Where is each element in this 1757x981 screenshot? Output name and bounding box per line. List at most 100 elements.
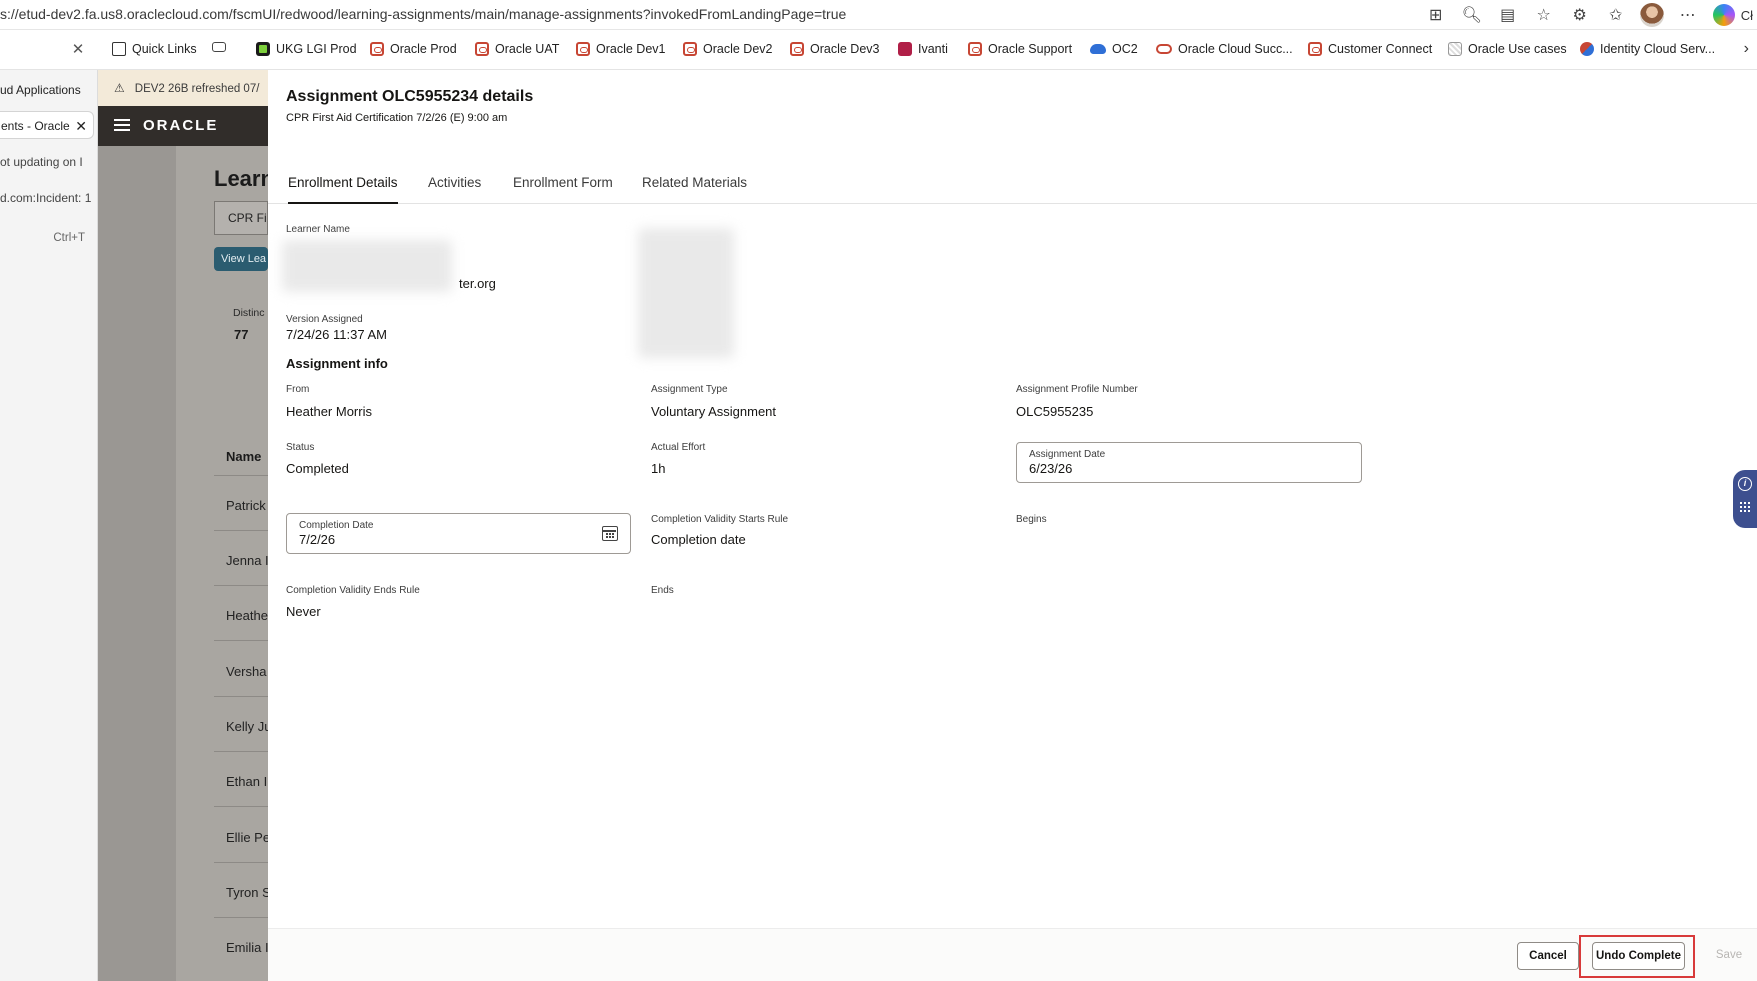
background-row: Tyron S <box>226 885 271 900</box>
row-divider <box>214 696 268 697</box>
version-assigned-label: Version Assigned <box>286 314 363 325</box>
apps-grid-icon[interactable] <box>1740 502 1742 504</box>
background-row: Patrick <box>226 498 266 513</box>
pin-sidebar-icon[interactable]: ✕ <box>68 40 88 60</box>
ends-label: Ends <box>651 585 674 596</box>
calendar-icon[interactable] <box>602 526 618 541</box>
validity-starts-label: Completion Validity Starts Rule <box>651 514 789 525</box>
profile-number-label: Assignment Profile Number <box>1016 384 1138 395</box>
assignment-type-label: Assignment Type <box>651 384 728 395</box>
bookmark-oc2[interactable]: OC2 <box>1090 42 1138 56</box>
bookmark-customer-connect[interactable]: Customer Connect <box>1308 42 1432 56</box>
bookmark-oracle-uat[interactable]: Oracle UAT <box>475 42 559 56</box>
profile-avatar[interactable] <box>1639 2 1665 28</box>
tab-activities[interactable]: Activities <box>428 168 481 204</box>
copilot-icon[interactable] <box>1711 2 1737 28</box>
tab-enrollment-details[interactable]: Enrollment Details <box>288 168 398 204</box>
extensions-icon[interactable]: ⚙ <box>1567 2 1593 28</box>
zoom-icon[interactable]: 🔍︎ <box>1459 2 1485 28</box>
close-icon[interactable]: ✕ <box>75 112 87 138</box>
row-divider <box>214 530 268 531</box>
background-row: Kelly Ju <box>226 719 272 734</box>
bookmark-identity-cloud[interactable]: Identity Cloud Serv... <box>1580 42 1715 56</box>
browser-side-panel: ud Applications ents - Oracle ✕ ot updat… <box>0 70 98 981</box>
background-row: Heathe <box>226 608 268 623</box>
hamburger-menu-icon[interactable] <box>114 119 130 131</box>
background-title: Learn <box>214 166 274 191</box>
oracle-header: ORACLE <box>98 106 268 146</box>
help-widget[interactable]: i <box>1733 470 1757 528</box>
background-row: Jenna I <box>226 553 269 568</box>
bookmark-oracle-cloud-success[interactable]: Oracle Cloud Succ... <box>1156 42 1293 56</box>
more-icon[interactable]: ⋯ <box>1675 2 1701 28</box>
bookmark-oracle-use-cases[interactable]: Oracle Use cases <box>1448 42 1567 56</box>
row-divider <box>214 751 268 752</box>
bookmark-oracle-prod[interactable]: Oracle Prod <box>370 42 457 56</box>
bookmark-oracle-dev2[interactable]: Oracle Dev2 <box>683 42 772 56</box>
validity-ends-label: Completion Validity Ends Rule <box>286 585 420 596</box>
oracle-icon <box>475 42 489 56</box>
apps-icon[interactable]: ⊞ <box>1423 2 1449 28</box>
favorites-icon[interactable]: ✩ <box>1603 2 1629 28</box>
from-label: From <box>286 384 310 395</box>
background-row: Ellie Pe <box>226 830 271 845</box>
validity-starts-value: Completion date <box>651 532 746 547</box>
oracle-icon <box>1308 42 1322 56</box>
info-icon[interactable]: i <box>1738 477 1752 491</box>
version-assigned-value: 7/24/26 11:37 AM <box>286 327 387 342</box>
oracle-icon <box>968 42 982 56</box>
cancel-button[interactable]: Cancel <box>1517 942 1579 970</box>
cloud-icon <box>1090 44 1106 54</box>
chevron-right-icon[interactable]: › <box>1744 40 1749 58</box>
oracle-logo: ORACLE <box>143 117 219 134</box>
copilot-label: Cł <box>1740 7 1753 23</box>
side-panel-item-active[interactable]: ents - Oracle ✕ <box>0 111 94 139</box>
assignment-info-heading: Assignment info <box>286 356 388 371</box>
side-panel-item[interactable]: ud Applications <box>0 76 98 104</box>
row-divider <box>214 640 268 641</box>
assignment-date-field[interactable]: Assignment Date 6/23/26 <box>1016 442 1362 483</box>
redacted-learner-name <box>282 240 452 292</box>
bookmarks-bar: ✕ Quick Links UKG LGI Prod Oracle Prod O… <box>0 30 1757 70</box>
bookmark-oracle-support[interactable]: Oracle Support <box>968 42 1072 56</box>
quick-links-icon <box>112 42 126 56</box>
bookmark-ukg[interactable]: UKG LGI Prod <box>256 42 357 56</box>
oracle-ring-icon <box>1156 44 1172 54</box>
background-row: Versha <box>226 664 267 679</box>
row-divider <box>214 475 268 476</box>
browser-toolbar: ⊞ 🔍︎ ▤ ☆ ⚙ ✩ ⋯ Cł <box>1423 2 1757 28</box>
background-row: Ethan I <box>226 774 268 789</box>
favorite-star-icon[interactable]: ☆ <box>1531 2 1557 28</box>
url-field[interactable]: s://etud-dev2.fa.us8.oraclecloud.com/fsc… <box>0 6 846 22</box>
bookmark-oracle-dev3[interactable]: Oracle Dev3 <box>790 42 879 56</box>
begins-label: Begins <box>1016 514 1047 525</box>
tab-related-materials[interactable]: Related Materials <box>642 168 747 204</box>
side-panel-item[interactable]: ot updating on I <box>0 148 98 176</box>
completion-date-field[interactable]: Completion Date 7/2/26 <box>286 513 631 554</box>
actual-effort-label: Actual Effort <box>651 442 706 453</box>
drawer-subtitle: CPR First Aid Certification 7/2/26 (E) 9… <box>286 112 508 124</box>
ivanti-icon <box>898 42 912 56</box>
reading-view-icon[interactable]: ▤ <box>1495 2 1521 28</box>
background-view-button: View Lea <box>214 247 268 271</box>
completion-date-value: 7/2/26 <box>299 532 336 547</box>
save-button[interactable]: Save <box>1708 942 1750 970</box>
background-distinct-label: Distinc <box>233 307 265 319</box>
row-divider <box>214 917 268 918</box>
tab-enrollment-form[interactable]: Enrollment Form <box>513 168 613 204</box>
assignment-details-drawer: Assignment OLC5955234 details CPR First … <box>268 70 1757 981</box>
undo-complete-button[interactable]: Undo Complete <box>1592 942 1685 970</box>
assignment-date-value: 6/23/26 <box>1029 461 1073 476</box>
new-tab-shortcut: Ctrl+T <box>53 232 85 244</box>
identity-icon <box>1580 42 1594 56</box>
ukg-icon <box>256 42 270 56</box>
environment-banner: ⚠ DEV2 26B refreshed 07/ <box>98 70 268 106</box>
bookmark-oracle-dev1[interactable]: Oracle Dev1 <box>576 42 665 56</box>
bookmark-quick-links[interactable]: Quick Links <box>112 42 197 56</box>
redacted-learner-details <box>638 228 734 358</box>
side-panel-item[interactable]: d.com:Incident: 1 <box>0 184 98 212</box>
status-label: Status <box>286 442 315 453</box>
bookmark-ivanti[interactable]: Ivanti <box>898 42 948 56</box>
oracle-icon <box>790 42 804 56</box>
bookmark-tab[interactable] <box>212 42 226 52</box>
